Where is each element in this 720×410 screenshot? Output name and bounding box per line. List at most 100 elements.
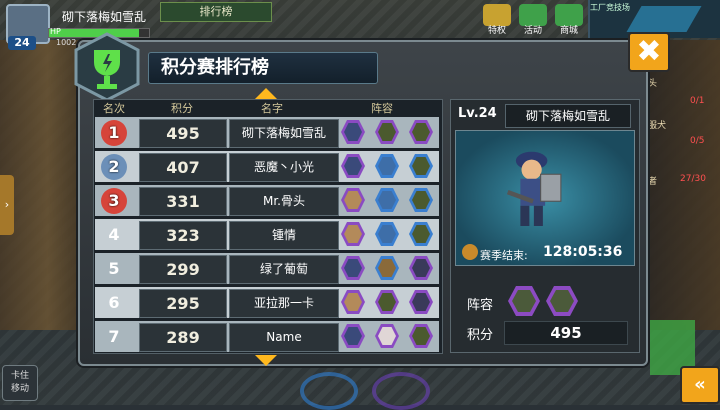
vip-button[interactable]: 特权 xyxy=(480,4,514,38)
name-cell: Name xyxy=(229,323,339,352)
hp-label: HP xyxy=(50,27,61,36)
bald-hero-icon[interactable] xyxy=(341,290,365,314)
team-lineup xyxy=(341,154,437,179)
table-row[interactable]: 6 295 亚拉那一卡 xyxy=(95,287,439,318)
vip-label: 特权 xyxy=(487,26,506,36)
team-lineup xyxy=(341,188,437,213)
purple-frog-hero-icon[interactable] xyxy=(409,324,433,348)
police-hero-icon[interactable] xyxy=(341,120,365,144)
gift-icon xyxy=(519,4,547,26)
side-text: 头 xyxy=(648,79,658,89)
season-end-time: 128:05:36 xyxy=(543,244,623,260)
bald-hero-icon[interactable] xyxy=(341,188,365,212)
shop-label: 商城 xyxy=(559,26,578,36)
side-expand-tab[interactable]: › xyxy=(0,175,14,235)
blue-girl-hero-icon[interactable] xyxy=(375,188,399,212)
player-name: 砌下落梅如雪乱 xyxy=(62,10,147,24)
detail-score-label: 积分 xyxy=(467,328,494,343)
purple-frog-hero-icon[interactable] xyxy=(409,120,433,144)
score-cell: 323 xyxy=(139,221,227,250)
side-count: 0/5 xyxy=(690,136,705,146)
trophy-icon xyxy=(74,32,140,102)
table-row[interactable]: 4 323 锺情 xyxy=(95,219,439,250)
scroll-up-icon[interactable] xyxy=(255,88,277,99)
rank-number: 2 xyxy=(108,157,120,176)
character-image xyxy=(506,151,562,226)
season-timer-icon xyxy=(462,244,478,260)
detail-team-label: 阵容 xyxy=(467,298,494,313)
purple-chef-hero-icon[interactable] xyxy=(375,324,399,348)
score-cell: 295 xyxy=(139,289,227,318)
side-text: 服犬 xyxy=(648,121,667,131)
purple-frog-hero-icon[interactable] xyxy=(375,290,399,314)
name-cell: 砌下落梅如雪乱 xyxy=(229,119,339,148)
header-score: 积分 xyxy=(171,102,193,115)
rank-number: 7 xyxy=(108,327,120,346)
score-cell: 407 xyxy=(139,153,227,182)
team-lineup xyxy=(341,256,437,281)
player-level: 24 xyxy=(8,36,36,50)
header-name: 名字 xyxy=(261,102,283,115)
side-count: 0/1 xyxy=(690,96,705,106)
scroll-down-icon[interactable] xyxy=(255,355,277,366)
events-button[interactable]: 活动 xyxy=(516,4,550,38)
team-lineup xyxy=(341,324,437,349)
rank-number: 3 xyxy=(108,191,120,210)
lock-move-label: 卡住 移动 xyxy=(10,371,29,394)
header-rank: 名次 xyxy=(103,102,125,115)
side-text: 者 xyxy=(648,177,658,187)
police-hero-icon[interactable] xyxy=(341,154,365,178)
police-hero-icon[interactable] xyxy=(341,256,365,280)
shop-button[interactable]: 商城 xyxy=(552,4,586,38)
name-cell: 锺情 xyxy=(229,221,339,250)
team-lineup xyxy=(341,222,437,247)
lock-move-button[interactable]: 卡住 移动 xyxy=(2,365,38,401)
table-row[interactable]: 1 495 砌下落梅如雪乱 xyxy=(95,117,439,148)
team-lineup xyxy=(341,120,437,145)
team-lineup xyxy=(341,290,437,315)
collapse-button[interactable]: « xyxy=(680,366,720,404)
name-cell: 恶魔丶小光 xyxy=(229,153,339,182)
blue-girl-hero-icon[interactable] xyxy=(375,154,399,178)
blue-frog-hero-icon[interactable] xyxy=(409,188,433,212)
police-hero-icon[interactable] xyxy=(341,324,365,348)
detail-name: 砌下落梅如雪乱 xyxy=(505,104,631,128)
blue-frog-hero-icon[interactable] xyxy=(409,222,433,246)
table-row[interactable]: 2 407 恶魔丶小光 xyxy=(95,151,439,182)
close-button[interactable]: ✖ xyxy=(628,32,670,72)
name-cell: 亚拉那一卡 xyxy=(229,289,339,318)
background-purple-portal xyxy=(372,372,430,410)
name-cell: 绿了葡萄 xyxy=(229,255,339,284)
vip-icon xyxy=(483,4,511,26)
purple-frog-hero-icon[interactable] xyxy=(375,120,399,144)
header-team: 阵容 xyxy=(371,102,393,115)
panel-title: 积分赛排行榜 xyxy=(148,52,378,84)
bald-hero-icon[interactable] xyxy=(341,222,365,246)
rank-number: 5 xyxy=(108,259,120,278)
leaderboard-tab[interactable]: 排行榜 xyxy=(160,2,272,22)
season-end-label: 赛季结束: xyxy=(480,249,528,262)
name-cell: Mr.骨头 xyxy=(229,187,339,216)
table-header: 名次 积分 名字 阵容 xyxy=(93,99,441,115)
detail-score: 495 xyxy=(504,321,628,345)
blue-girl-hero-icon[interactable] xyxy=(375,222,399,246)
rank-number: 4 xyxy=(108,225,120,244)
table-row[interactable]: 5 299 绿了葡萄 xyxy=(95,253,439,284)
side-count: 27/30 xyxy=(680,174,706,184)
cart-icon xyxy=(555,4,583,26)
table-row[interactable]: 3 331 Mr.骨头 xyxy=(95,185,439,216)
rank-number: 6 xyxy=(108,293,120,312)
score-cell: 495 xyxy=(139,119,227,148)
blue-frog-hero-icon[interactable] xyxy=(409,154,433,178)
table-row[interactable]: 7 289 Name xyxy=(95,321,439,352)
score-cell: 331 xyxy=(139,187,227,216)
rank-number: 1 xyxy=(108,123,120,142)
minimap-area xyxy=(626,6,702,32)
minimap-title: 工厂竞技场 xyxy=(590,3,630,12)
purple-girl-hero-icon[interactable] xyxy=(409,290,433,314)
events-label: 活动 xyxy=(523,26,542,36)
purple-girl-hero-icon[interactable] xyxy=(409,256,433,280)
detail-level: Lv.24 xyxy=(458,106,497,121)
blue-cowboy-hero-icon[interactable] xyxy=(375,256,399,280)
score-cell: 299 xyxy=(139,255,227,284)
